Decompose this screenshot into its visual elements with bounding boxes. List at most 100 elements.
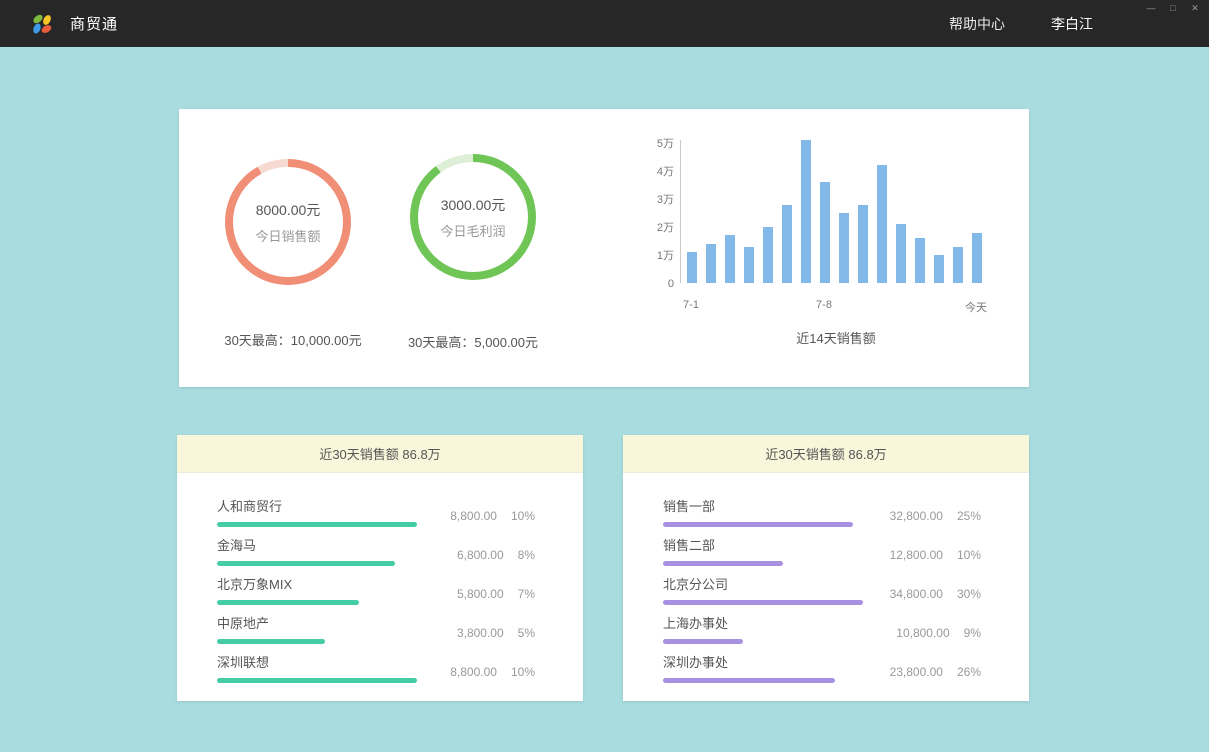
window-controls: — □ ✕ [1145, 2, 1201, 14]
close-button[interactable]: ✕ [1189, 2, 1201, 14]
app-window: 商贸通 帮助中心 李白江 — □ ✕ 8000.00元 今日销售额 30天最高：… [0, 0, 1209, 752]
app-title: 商贸通 [70, 13, 118, 34]
maximize-button[interactable]: □ [1167, 2, 1179, 14]
rank-item-percent: 10% [957, 548, 981, 562]
rank-item-bar [663, 561, 783, 566]
rank-item-percent: 8% [518, 548, 535, 562]
y-tick-label: 2万 [619, 222, 674, 234]
rank-item-name: 深圳联想 [217, 652, 417, 671]
customer-rank-title: 近30天销售额 86.8万 [177, 435, 583, 473]
rank-item-amount: 34,800.00 [890, 587, 943, 601]
rank-item-name: 销售二部 [663, 535, 863, 554]
y-tick-label: 4万 [619, 166, 674, 178]
rank-item-name: 深圳办事处 [663, 652, 863, 671]
rank-item-bar [217, 678, 417, 683]
rank-item-percent: 30% [957, 587, 981, 601]
rank-item-amount: 10,800.00 [896, 626, 949, 640]
bar [858, 205, 868, 283]
x-tick-label: 7-8 [816, 299, 832, 311]
rank-item-name: 人和商贸行 [217, 496, 417, 515]
profit-30day-max: 30天最高：5,000.00元 [363, 332, 583, 351]
today-sales-label: 今日销售额 [255, 226, 320, 245]
help-center-link[interactable]: 帮助中心 [949, 14, 1005, 34]
minimize-button[interactable]: — [1145, 2, 1157, 14]
department-rank-card: 近30天销售额 86.8万 销售一部 32,800.00 25% 销售二部 1 [623, 435, 1029, 701]
customer-rank-card: 近30天销售额 86.8万 人和商贸行 8,800.00 10% 金海马 6, [177, 435, 583, 701]
today-sales-donut-chart: 8000.00元 今日销售额 [225, 159, 351, 285]
bar-plot [680, 140, 992, 283]
bar [706, 244, 716, 283]
rank-item-percent: 5% [518, 626, 535, 640]
rank-item-bar [663, 639, 743, 644]
rank-item-bar [217, 561, 395, 566]
rank-item-percent: 25% [957, 509, 981, 523]
bar [896, 224, 906, 283]
rank-row: 北京万象MIX 5,800.00 7% [217, 566, 535, 605]
department-rank-title: 近30天销售额 86.8万 [623, 435, 1029, 473]
y-tick-label: 0 [619, 278, 674, 290]
rank-row: 人和商贸行 8,800.00 10% [217, 488, 535, 527]
rank-row: 上海办事处 10,800.00 9% [663, 605, 981, 644]
bar-chart-caption: 近14天销售额 [680, 328, 992, 347]
x-tick-label: 今天 [965, 299, 987, 315]
rank-item-bar [217, 522, 417, 527]
rank-item-bar [217, 639, 325, 644]
username-menu[interactable]: 李白江 [1051, 14, 1093, 34]
y-tick-label: 1万 [619, 250, 674, 262]
x-tick-label: 7-1 [683, 299, 699, 311]
bar-x-labels: 7-1 7-8 今天 [680, 299, 992, 315]
bar [801, 140, 811, 283]
rank-item-name: 金海马 [217, 535, 417, 554]
bar [934, 255, 944, 283]
bar [877, 165, 887, 283]
overview-card: 8000.00元 今日销售额 30天最高：10,000.00元 3000.00元… [179, 109, 1029, 387]
rank-item-percent: 10% [511, 665, 535, 679]
rank-item-bar [663, 600, 863, 605]
rank-row: 金海马 6,800.00 8% [217, 527, 535, 566]
rank-item-amount: 12,800.00 [890, 548, 943, 562]
rank-item-amount: 6,800.00 [457, 548, 504, 562]
rank-item-name: 中原地产 [217, 613, 417, 632]
bar [744, 247, 754, 283]
app-logo-icon [30, 12, 54, 36]
rank-row: 深圳办事处 23,800.00 26% [663, 644, 981, 683]
today-profit-value: 3000.00元 [441, 195, 506, 215]
rank-item-bar [663, 522, 853, 527]
rank-row: 中原地产 3,800.00 5% [217, 605, 535, 644]
rank-row: 深圳联想 8,800.00 10% [217, 644, 535, 683]
bar-y-axis: 5万 4万 3万 2万 1万 0 [619, 138, 674, 290]
rank-item-amount: 8,800.00 [450, 509, 497, 523]
rank-item-percent: 7% [518, 587, 535, 601]
rank-item-name: 北京万象MIX [217, 574, 417, 593]
rank-item-amount: 23,800.00 [890, 665, 943, 679]
rank-row: 销售一部 32,800.00 25% [663, 488, 981, 527]
rank-item-name: 上海办事处 [663, 613, 863, 632]
bar [725, 235, 735, 283]
rank-row: 销售二部 12,800.00 10% [663, 527, 981, 566]
bar [915, 238, 925, 283]
rank-item-amount: 3,800.00 [457, 626, 504, 640]
today-profit-donut-chart: 3000.00元 今日毛利润 [410, 154, 536, 280]
bar [763, 227, 773, 283]
rank-item-amount: 8,800.00 [450, 665, 497, 679]
bar [782, 205, 792, 283]
bar [953, 247, 963, 283]
bar [687, 252, 697, 283]
today-sales-value: 8000.00元 [256, 200, 321, 220]
rank-item-amount: 32,800.00 [890, 509, 943, 523]
rank-item-name: 销售一部 [663, 496, 863, 515]
rank-item-name: 北京分公司 [663, 574, 863, 593]
today-profit-label: 今日毛利润 [440, 221, 505, 240]
rank-item-bar [663, 678, 835, 683]
rank-item-bar [217, 600, 359, 605]
rank-item-percent: 26% [957, 665, 981, 679]
y-tick-label: 3万 [619, 194, 674, 206]
bar [820, 182, 830, 283]
rank-item-percent: 10% [511, 509, 535, 523]
rank-row: 北京分公司 34,800.00 30% [663, 566, 981, 605]
bar [839, 213, 849, 283]
bar [972, 233, 982, 283]
y-tick-label: 5万 [619, 138, 674, 150]
rank-item-percent: 9% [964, 626, 981, 640]
titlebar: 商贸通 帮助中心 李白江 — □ ✕ [0, 0, 1209, 47]
